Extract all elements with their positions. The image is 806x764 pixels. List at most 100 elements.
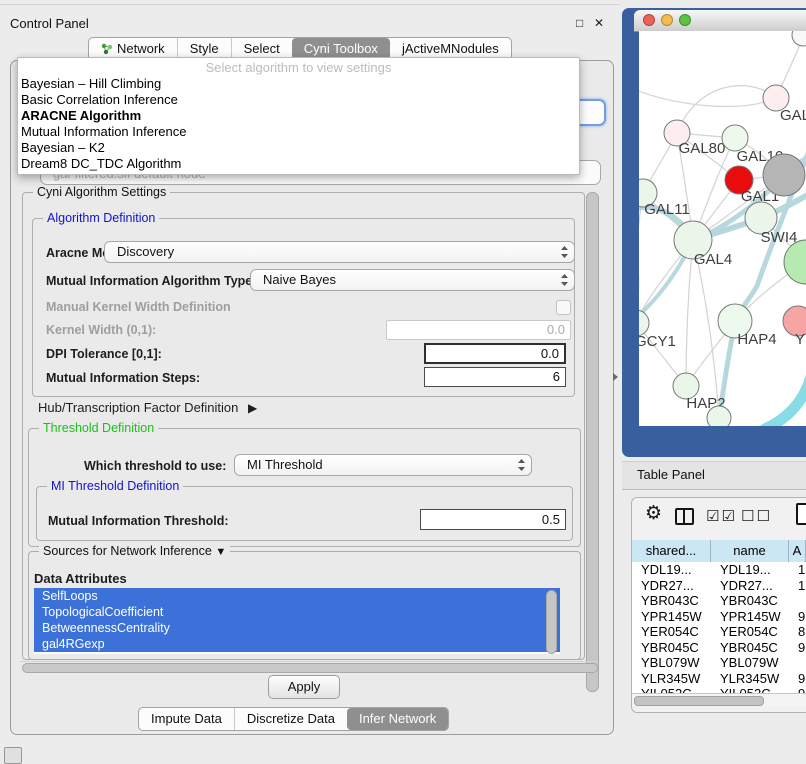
collapse-down-icon[interactable]: ▼: [215, 546, 226, 558]
attribute-item-betweennesscentrality[interactable]: BetweennessCentrality: [34, 620, 560, 636]
float-window-icon[interactable]: □: [576, 16, 583, 30]
network-icon: [101, 43, 113, 55]
dpi-tolerance-input[interactable]: 0.0: [424, 343, 566, 364]
network-node-label: SWI4: [761, 229, 798, 246]
settings-horizontal-scrollbar[interactable]: [20, 661, 598, 673]
hub-definition-expander[interactable]: Hub/Transcription Factor Definition ▶: [38, 400, 257, 415]
dpi-tolerance-label: DPI Tolerance [0,1]:: [46, 347, 162, 361]
table-row[interactable]: YPR145WYPR145W9.: [632, 609, 806, 625]
network-window-titlebar[interactable]: [634, 10, 806, 32]
mi-type-value: Naive Bayes: [263, 272, 336, 287]
attribute-item-topologicalcoefficient[interactable]: TopologicalCoefficient: [34, 604, 560, 620]
table-cell: YBL079W: [632, 655, 711, 671]
mi-type-select[interactable]: Naive Bayes: [250, 269, 575, 291]
table-cell: 9.: [789, 609, 806, 625]
table-cell: 13: [789, 562, 806, 578]
data-attributes-list[interactable]: SelfLoopsTopologicalCoefficientBetweenne…: [34, 588, 560, 654]
settings-vertical-scrollbar[interactable]: [586, 192, 599, 692]
table-row[interactable]: YBR043CYBR043C: [632, 593, 806, 609]
column-header-name[interactable]: name: [711, 540, 789, 562]
table-row[interactable]: YBR045CYBR045C9.: [632, 640, 806, 656]
splitter-arrow-icon[interactable]: [613, 373, 618, 381]
zoom-traffic-light[interactable]: [679, 14, 691, 26]
group-title: Cyni Algorithm Settings: [33, 185, 170, 199]
network-node-label: HAP4: [737, 331, 776, 348]
stepper-arrows-icon: [560, 245, 569, 259]
table-cell: 8.: [789, 624, 806, 640]
table-horizontal-scrollbar[interactable]: [632, 693, 806, 706]
manual-kernel-checkbox[interactable]: [556, 300, 571, 315]
mi-steps-label: Mutual Information Steps:: [46, 371, 200, 385]
select-all-icon[interactable]: ☑☑: [706, 507, 737, 525]
column-header-shared[interactable]: shared...: [632, 540, 711, 562]
dropdown-item-aracne-algorithm[interactable]: ARACNE Algorithm: [18, 108, 579, 124]
table-cell: YPR145W: [711, 609, 789, 625]
document-icon[interactable]: [796, 503, 806, 525]
network-node-label: GCY1: [639, 333, 676, 350]
dropdown-item-dream8-dc-tdc-algorithm[interactable]: Dream8 DC_TDC Algorithm: [18, 156, 579, 172]
dropdown-item-mutual-information-inference[interactable]: Mutual Information Inference: [18, 124, 579, 140]
group-title: MI Threshold Definition: [47, 479, 183, 493]
data-attributes-label: Data Attributes: [34, 571, 127, 586]
table-row[interactable]: YLR345WYLR345W9.: [632, 671, 806, 687]
network-graph: GALGAL80GAL10GAL1GAL11SWI4GAL4GCY1HAP4YH…: [639, 31, 806, 426]
table-cell: [789, 655, 806, 671]
bottom-tabbar: Impute DataDiscretize DataInfer Network: [138, 707, 449, 731]
minimize-traffic-light[interactable]: [661, 14, 673, 26]
apply-button[interactable]: Apply: [268, 675, 340, 699]
table-cell: YBR043C: [632, 593, 711, 609]
network-node[interactable]: [707, 406, 731, 426]
table-cell: 12: [789, 578, 806, 594]
dropdown-item-bayesian-hill-climbing[interactable]: Bayesian – Hill Climbing: [18, 76, 579, 92]
table-row[interactable]: YDL19...YDL19...13: [632, 562, 806, 578]
table-row[interactable]: YDR27...YDR27...12: [632, 578, 806, 594]
bottom-tab-impute-data[interactable]: Impute Data: [139, 708, 234, 730]
gear-icon[interactable]: ⚙: [645, 504, 662, 523]
mi-threshold-label: Mutual Information Threshold:: [48, 514, 229, 528]
table-cell: YLR345W: [711, 671, 789, 687]
group-title: Sources for Network Inference ▼: [39, 544, 230, 558]
which-threshold-select[interactable]: MI Threshold: [234, 454, 532, 476]
expand-right-icon[interactable]: ▶: [248, 401, 257, 415]
group-title: Threshold Definition: [39, 421, 158, 435]
attribute-item-selfloops[interactable]: SelfLoops: [34, 588, 560, 604]
network-node-label: Y: [795, 331, 805, 348]
network-view-canvas[interactable]: GALGAL80GAL10GAL1GAL11SWI4GAL4GCY1HAP4YH…: [639, 31, 806, 426]
mi-threshold-input[interactable]: 0.5: [420, 509, 566, 530]
table-cell: YBR045C: [711, 640, 789, 656]
table-cell: YDL19...: [711, 562, 789, 578]
attribute-item-gal4rgexp[interactable]: gal4RGexp: [34, 636, 560, 652]
deselect-all-icon[interactable]: ☐☐: [741, 507, 772, 525]
table-cell: YLR345W: [632, 671, 711, 687]
column-view-icon[interactable]: [675, 508, 694, 525]
dropdown-item-bayesian-k2[interactable]: Bayesian – K2: [18, 140, 579, 156]
mi-steps-input[interactable]: 6: [424, 367, 566, 387]
mi-type-label: Mutual Information Algorithm Type:: [46, 274, 256, 288]
control-panel-titlebar: Control Panel □ ✕: [0, 4, 620, 33]
network-node[interactable]: [784, 240, 806, 284]
table-cell: YIL052C: [711, 686, 789, 693]
hub-definition-label: Hub/Transcription Factor Definition: [38, 400, 238, 415]
aracne-mode-select[interactable]: Discovery: [104, 241, 575, 263]
dropdown-item-basic-correlation-inference[interactable]: Basic Correlation Inference: [18, 92, 579, 108]
table-row[interactable]: YBL079WYBL079W: [632, 655, 806, 671]
table-row[interactable]: YIL052CYIL052C9: [632, 686, 806, 693]
column-header-a[interactable]: A: [789, 540, 806, 562]
bottom-tab-discretize-data[interactable]: Discretize Data: [234, 708, 347, 730]
network-node[interactable]: [763, 154, 805, 196]
network-node[interactable]: [792, 31, 806, 46]
stepper-arrows-icon: [517, 458, 526, 472]
table-row[interactable]: YER054CYER054C8.: [632, 624, 806, 640]
kernel-width-input[interactable]: 0.0: [386, 320, 571, 340]
bottom-tab-infer-network[interactable]: Infer Network: [347, 708, 448, 730]
close-traffic-light[interactable]: [643, 14, 655, 26]
table-cell: YBL079W: [711, 655, 789, 671]
scrollbar-thumb[interactable]: [634, 696, 764, 706]
table-body: YDL19...YDL19...13YDR27...YDR27...12YBR0…: [632, 562, 806, 693]
close-window-icon[interactable]: ✕: [594, 16, 604, 30]
list-scrollbar-thumb[interactable]: [546, 590, 557, 654]
collapsed-panel-icon[interactable]: [4, 747, 22, 764]
scrollbar-thumb[interactable]: [22, 663, 598, 673]
network-node-label: GAL4: [694, 251, 732, 268]
manual-kernel-label: Manual Kernel Width Definition: [46, 300, 231, 314]
